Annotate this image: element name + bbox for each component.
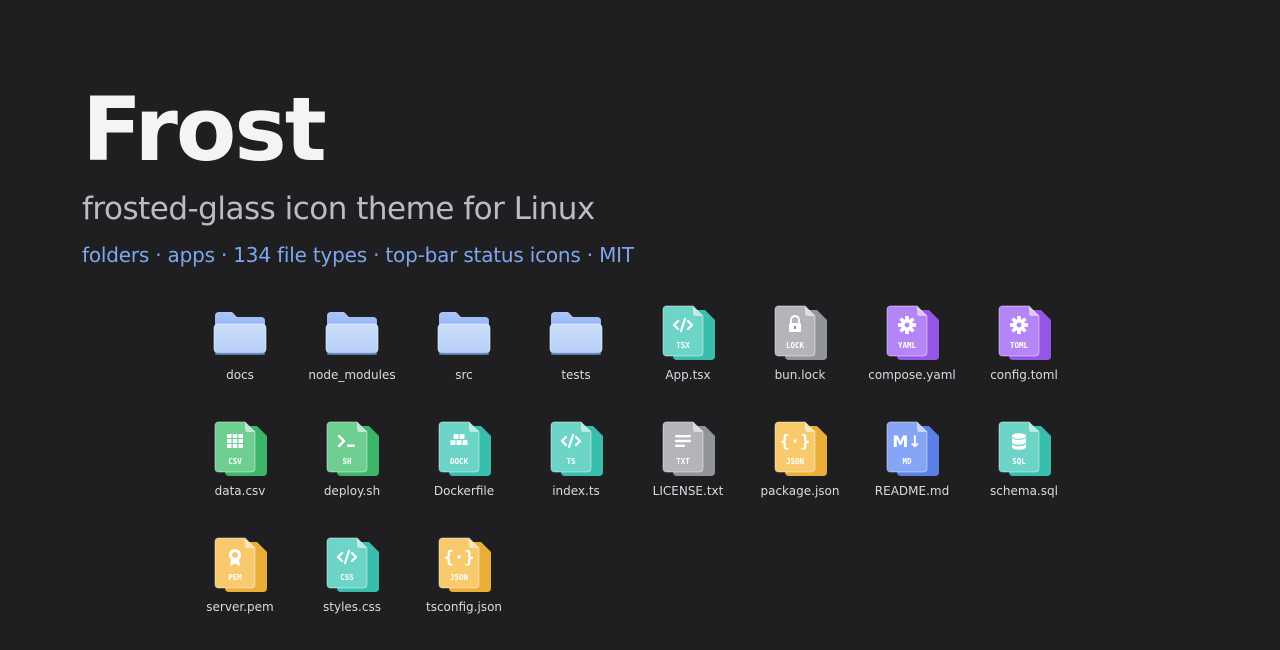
svg-text:SQL: SQL — [1012, 457, 1026, 466]
file-name-label: LICENSE.txt — [652, 484, 724, 498]
svg-text:TSX: TSX — [676, 341, 690, 350]
file-text-lines-icon: TXT — [658, 418, 718, 478]
file-name-label: tests — [561, 368, 591, 382]
page-title: Frost — [82, 78, 327, 181]
file-name-label: index.ts — [552, 484, 600, 498]
file-tile[interactable]: LOCK bun.lock — [744, 302, 856, 418]
file-tile[interactable]: TSX App.tsx — [632, 302, 744, 418]
file-name-label: package.json — [760, 484, 840, 498]
svg-text:MD: MD — [902, 457, 912, 466]
svg-text:LOCK: LOCK — [786, 341, 805, 350]
file-name-label: src — [455, 368, 473, 382]
file-tile[interactable]: SH deploy.sh — [296, 418, 408, 534]
file-name-label: schema.sql — [990, 484, 1058, 498]
file-name-label: deploy.sh — [323, 484, 381, 498]
hero: Frost frosted-glass icon theme for Linux… — [82, 78, 634, 267]
svg-text:TXT: TXT — [676, 457, 690, 466]
file-certificate-icon: PEM — [210, 534, 270, 594]
folder-icon — [322, 302, 382, 362]
folder-icon — [434, 302, 494, 362]
file-tile[interactable]: TS index.ts — [520, 418, 632, 534]
file-table-icon: CSV — [210, 418, 270, 478]
file-name-label: config.toml — [990, 368, 1058, 382]
file-name-label: Dockerfile — [433, 484, 495, 498]
svg-text:PEM: PEM — [228, 573, 242, 582]
file-tile[interactable]: DOCK Dockerfile — [408, 418, 520, 534]
svg-text:TS: TS — [566, 457, 576, 466]
file-terminal-icon: SH — [322, 418, 382, 478]
file-name-label: docs — [226, 368, 254, 382]
file-tile[interactable]: SQL schema.sql — [968, 418, 1080, 534]
file-code-icon: CSS — [322, 534, 382, 594]
file-tile[interactable]: M↓ MD README.md — [856, 418, 968, 534]
svg-text:SH: SH — [342, 457, 352, 466]
svg-text:{·}: {·} — [444, 548, 475, 568]
folder-tile[interactable]: src — [408, 302, 520, 418]
folder-tile[interactable]: node_modules — [296, 302, 408, 418]
file-tile[interactable]: TXT LICENSE.txt — [632, 418, 744, 534]
file-database-icon: SQL — [994, 418, 1054, 478]
folder-tile[interactable]: tests — [520, 302, 632, 418]
page-subtitle: frosted-glass icon theme for Linux — [82, 191, 595, 227]
file-name-label: compose.yaml — [868, 368, 956, 382]
file-tile[interactable]: CSV data.csv — [184, 418, 296, 534]
file-code-icon: TS — [546, 418, 606, 478]
svg-text:CSS: CSS — [340, 573, 354, 582]
file-name-label: styles.css — [323, 600, 381, 614]
file-gear-icon: TOML — [994, 302, 1054, 362]
svg-text:JSON: JSON — [450, 573, 469, 582]
file-markdown-icon: M↓ MD — [882, 418, 942, 478]
file-code-icon: TSX — [658, 302, 718, 362]
file-braces-icon: {·} JSON — [770, 418, 830, 478]
folder-icon — [210, 302, 270, 362]
file-name-label: data.csv — [214, 484, 266, 498]
file-braces-icon: {·} JSON — [434, 534, 494, 594]
file-name-label: App.tsx — [665, 368, 711, 382]
svg-text:JSON: JSON — [786, 457, 805, 466]
svg-text:YAML: YAML — [898, 341, 917, 350]
file-name-label: node_modules — [308, 368, 396, 382]
folder-icon — [546, 302, 606, 362]
svg-text:M↓: M↓ — [892, 432, 921, 451]
file-name-label: tsconfig.json — [425, 600, 503, 614]
folder-tile[interactable]: docs — [184, 302, 296, 418]
file-tile[interactable]: {·} JSON package.json — [744, 418, 856, 534]
file-name-label: bun.lock — [774, 368, 826, 382]
file-tile[interactable]: PEM server.pem — [184, 534, 296, 650]
file-tile[interactable]: YAML compose.yaml — [856, 302, 968, 418]
svg-text:CSV: CSV — [228, 457, 242, 466]
file-gear-icon: YAML — [882, 302, 942, 362]
file-tile[interactable]: CSS styles.css — [296, 534, 408, 650]
icon-grid: docs node_modules src tests TSX App.tsx … — [184, 302, 1080, 650]
file-container-icon: DOCK — [434, 418, 494, 478]
svg-text:DOCK: DOCK — [450, 457, 469, 466]
feature-tagline: folders · apps · 134 file types · top-ba… — [82, 243, 634, 267]
file-tile[interactable]: {·} JSON tsconfig.json — [408, 534, 520, 650]
svg-text:{·}: {·} — [780, 432, 811, 452]
svg-text:TOML: TOML — [1010, 341, 1029, 350]
file-tile[interactable]: TOML config.toml — [968, 302, 1080, 418]
file-name-label: server.pem — [206, 600, 274, 614]
file-lock-icon: LOCK — [770, 302, 830, 362]
file-name-label: README.md — [874, 484, 950, 498]
